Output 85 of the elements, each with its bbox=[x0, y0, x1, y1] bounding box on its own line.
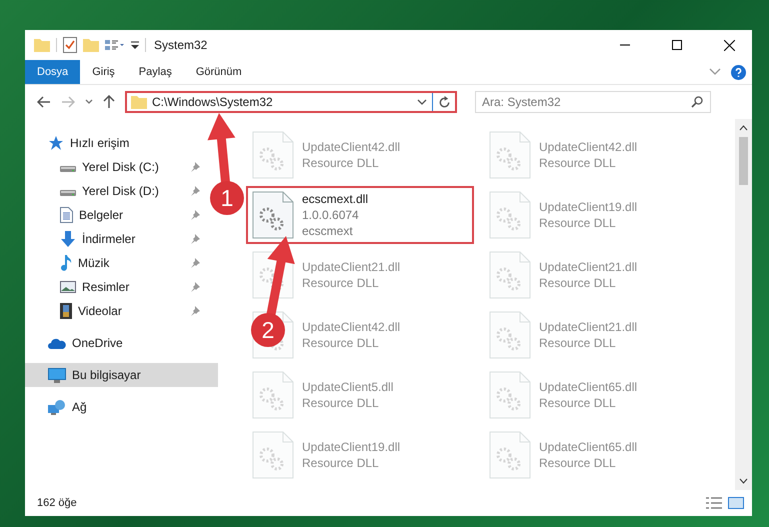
sidebar-item[interactable]: OneDrive bbox=[25, 331, 208, 355]
sidebar-item[interactable]: Müzik bbox=[25, 251, 208, 275]
sidebar-item[interactable]: Yerel Disk (C:) bbox=[25, 155, 208, 179]
ribbon-tab[interactable]: Giriş bbox=[80, 60, 127, 84]
scroll-thumb[interactable] bbox=[739, 137, 748, 185]
document-icon bbox=[60, 207, 73, 223]
file-detail: Resource DLL bbox=[539, 335, 617, 351]
sidebar-item[interactable]: Videolar bbox=[25, 299, 208, 323]
file-name: UpdateClient21.dll bbox=[539, 259, 638, 275]
pin-icon[interactable] bbox=[190, 282, 200, 292]
details-view-icon[interactable] bbox=[706, 497, 722, 509]
pin-icon[interactable] bbox=[190, 186, 200, 196]
file-detail: Resource DLL bbox=[302, 455, 380, 471]
file-item[interactable]: ecscmext.dll 1.0.0.6074 ecscmext bbox=[246, 186, 474, 244]
file-name: UpdateClient42.dll bbox=[302, 319, 400, 335]
scroll-up-icon[interactable] bbox=[739, 125, 748, 131]
download-arrow-icon bbox=[60, 231, 76, 247]
sidebar-item[interactable]: Resimler bbox=[25, 275, 208, 299]
pin-icon[interactable] bbox=[190, 210, 200, 220]
sidebar-item[interactable]: Ağ bbox=[25, 395, 208, 419]
address-bar[interactable]: C:\Windows\System32 bbox=[125, 91, 457, 113]
file-detail: Resource DLL bbox=[302, 395, 380, 411]
search-icon[interactable] bbox=[691, 96, 703, 108]
item-count: 162 öğe bbox=[37, 497, 77, 509]
file-detail: Resource DLL bbox=[302, 155, 380, 171]
file-detail: Resource DLL bbox=[539, 155, 617, 171]
dropdown-caret-icon[interactable] bbox=[417, 99, 427, 105]
file-detail: Resource DLL bbox=[539, 395, 617, 411]
ribbon-tab[interactable]: Dosya bbox=[25, 60, 80, 84]
file-detail: Resource DLL bbox=[539, 455, 617, 471]
maximize-icon bbox=[672, 40, 682, 50]
ribbon-tab[interactable]: Görünüm bbox=[184, 60, 254, 84]
file-detail: Resource DLL bbox=[302, 335, 380, 351]
file-name: ecscmext.dll bbox=[302, 191, 368, 207]
step-badge bbox=[210, 181, 244, 215]
customize-icon[interactable] bbox=[131, 40, 139, 50]
file-name: UpdateClient65.dll bbox=[539, 439, 638, 455]
help-icon[interactable] bbox=[731, 64, 746, 80]
file-detail: 1.0.0.6074 bbox=[302, 207, 360, 223]
view-icon[interactable] bbox=[105, 39, 125, 51]
pin-icon[interactable] bbox=[190, 234, 200, 244]
window-title: System32 bbox=[154, 38, 208, 52]
monitor-icon bbox=[48, 368, 66, 382]
film-icon bbox=[60, 303, 72, 319]
expand-ribbon-icon[interactable] bbox=[709, 68, 721, 76]
properties-icon[interactable] bbox=[63, 37, 77, 53]
cloud-icon bbox=[48, 338, 66, 348]
file-detail: Resource DLL bbox=[302, 275, 380, 291]
sidebar-item[interactable]: Belgeler bbox=[25, 203, 208, 227]
file-name: UpdateClient65.dll bbox=[539, 379, 638, 395]
network-icon bbox=[48, 399, 66, 415]
file-name: UpdateClient19.dll bbox=[539, 199, 638, 215]
file-detail: Resource DLL bbox=[539, 215, 617, 231]
step-number: 1 bbox=[220, 185, 234, 211]
scrollbar[interactable] bbox=[735, 119, 752, 490]
file-detail: ecscmext bbox=[302, 223, 354, 239]
file-name: UpdateClient19.dll bbox=[302, 439, 400, 455]
sidebar-item[interactable]: Bu bilgisayar bbox=[25, 363, 218, 387]
sidebar-item[interactable]: İndirmeler bbox=[25, 227, 208, 251]
back-arrow-icon[interactable] bbox=[37, 96, 51, 108]
file-detail: Resource DLL bbox=[539, 275, 617, 291]
large-icons-view-icon[interactable] bbox=[728, 497, 744, 509]
file-name: UpdateClient21.dll bbox=[539, 319, 638, 335]
up-arrow-icon[interactable] bbox=[103, 95, 115, 109]
file-name: UpdateClient42.dll bbox=[539, 139, 638, 155]
music-note-icon bbox=[60, 255, 72, 271]
file-name: UpdateClient42.dll bbox=[302, 139, 400, 155]
scroll-down-icon[interactable] bbox=[739, 478, 748, 484]
pin-icon[interactable] bbox=[190, 162, 200, 172]
pictures-icon bbox=[60, 281, 76, 293]
close-icon bbox=[724, 40, 734, 50]
refresh-icon[interactable] bbox=[438, 96, 451, 108]
folder-icon bbox=[131, 95, 147, 109]
file-name: UpdateClient5.dll bbox=[302, 379, 394, 395]
star-icon bbox=[48, 135, 64, 151]
pin-icon[interactable] bbox=[190, 258, 200, 268]
pin-icon[interactable] bbox=[190, 306, 200, 316]
file-name: UpdateClient21.dll bbox=[302, 259, 400, 275]
search-field[interactable]: Ara: System32 bbox=[475, 91, 711, 113]
sidebar-item[interactable]: Yerel Disk (D:) bbox=[25, 179, 208, 203]
recent-caret-icon[interactable] bbox=[85, 99, 93, 105]
step-number: 2 bbox=[262, 317, 274, 343]
sidebar-item[interactable]: Hızlı erişim bbox=[25, 131, 208, 155]
step-badge bbox=[251, 313, 285, 347]
ribbon-tab[interactable]: Paylaş bbox=[126, 60, 184, 84]
